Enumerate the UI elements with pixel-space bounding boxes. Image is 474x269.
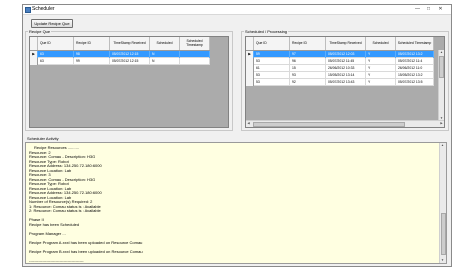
table-cell[interactable]: 15/05/2012 13:2 (396, 72, 434, 79)
update-recipe-que-button[interactable]: Update Recipe Que (31, 19, 73, 28)
table-cell[interactable]: 99 (74, 58, 110, 65)
log-line: 2: Resource: Comau status is : Available (29, 208, 101, 213)
recipe-que-grid[interactable]: Que ID Recipe ID TimeStamp Received Schedul… (29, 36, 229, 128)
close-icon[interactable]: ✕ (436, 6, 445, 12)
table-cell[interactable]: 05/07/2012 11:45 (326, 58, 366, 65)
table-cell[interactable] (180, 51, 210, 58)
table-cell[interactable]: 59 (254, 51, 290, 58)
app-icon (25, 7, 31, 13)
table-row[interactable]: ▶ 59 97 05/07/2012 12:03 Y 05/07/2012 13:2 (246, 51, 434, 58)
table-cell[interactable]: 63 (38, 51, 74, 58)
log-line: Recipe Program A.xxxl has been uploaded … (29, 239, 143, 245)
table-cell[interactable]: 98 (74, 51, 110, 58)
window-title: Scheduler (32, 6, 55, 12)
column-header[interactable]: Scheduled (366, 37, 396, 50)
column-header[interactable]: Scheduled (150, 37, 180, 50)
column-header[interactable]: Scheduled Timestamp (396, 37, 434, 50)
scheduled-grid[interactable]: Que ID Recipe ID TimeStamp Received Schedul… (245, 36, 445, 128)
column-header[interactable]: Scheduled Timestamp (180, 37, 210, 50)
table-row[interactable]: 63 99 05/07/2012 12:15 N (30, 58, 210, 65)
table-cell[interactable]: 61 (254, 65, 290, 72)
vertical-scrollbar[interactable]: ▲ ▼ (438, 50, 444, 121)
table-cell[interactable]: 53 (254, 72, 290, 79)
table-cell[interactable]: 96 (290, 58, 326, 65)
scroll-left-arrow-icon[interactable]: ◀ (246, 121, 251, 126)
table-cell[interactable]: 05/07/2012 13:43 (326, 79, 366, 86)
table-cell[interactable]: Y (366, 58, 396, 65)
grid-header: Que ID Recipe ID TimeStamp Received Schedul… (246, 37, 434, 51)
activity-scrollbar[interactable]: ▲ ▼ (439, 143, 446, 263)
row-selector[interactable]: ▶ (246, 51, 254, 58)
table-row[interactable]: ▶ 63 98 05/07/2012 12:15 N (30, 51, 210, 58)
row-selector[interactable] (246, 65, 254, 72)
column-header[interactable]: Que ID (38, 37, 74, 50)
table-cell[interactable]: 26/06/2012 11:0 (396, 65, 434, 72)
table-cell[interactable]: 26/06/2012 10:33 (326, 65, 366, 72)
table-cell[interactable]: 53 (254, 58, 290, 65)
table-row[interactable]: 53 96 05/07/2012 11:45 Y 05/07/2012 11:4 (246, 58, 434, 65)
scroll-down-arrow-icon[interactable]: ▼ (440, 258, 445, 263)
scroll-thumb[interactable] (253, 122, 405, 127)
table-cell[interactable]: 05/07/2012 13:5 (396, 79, 434, 86)
column-header[interactable]: Recipe ID (290, 37, 326, 50)
row-header-corner (30, 37, 38, 50)
table-cell[interactable]: 05/07/2012 12:15 (110, 51, 150, 58)
scheduled-label: Scheduled / Processing (244, 29, 289, 34)
row-selector[interactable] (246, 79, 254, 86)
table-cell[interactable]: Y (366, 51, 396, 58)
table-cell[interactable]: N (150, 58, 180, 65)
table-cell[interactable]: 63 (38, 58, 74, 65)
log-line: Recipe Program B.xxxl has been uploaded … (29, 248, 143, 254)
table-cell[interactable]: 05/07/2012 12:15 (110, 58, 150, 65)
table-cell[interactable]: 93 (290, 72, 326, 79)
table-cell[interactable]: Y (366, 72, 396, 79)
row-selector[interactable] (246, 58, 254, 65)
scroll-thumb[interactable] (441, 213, 446, 255)
scroll-thumb[interactable] (439, 56, 444, 78)
table-cell[interactable]: 05/07/2012 13:2 (396, 51, 434, 58)
scheduler-activity-label: Scheduler Activity (27, 136, 59, 141)
row-selector[interactable] (246, 72, 254, 79)
table-cell[interactable]: 05/07/2012 12:03 (326, 51, 366, 58)
maximize-icon[interactable]: □ (424, 6, 433, 12)
table-cell[interactable]: 15/05/2012 13:14 (326, 72, 366, 79)
table-cell[interactable]: Y (366, 79, 396, 86)
scroll-up-arrow-icon[interactable]: ▲ (440, 143, 445, 148)
recipe-que-group: Recipe Que Que ID Recipe ID TimeStamp Rece… (25, 29, 233, 131)
table-cell[interactable]: 15 (290, 65, 326, 72)
minimize-icon[interactable]: — (413, 6, 422, 12)
table-cell[interactable]: 05/07/2012 11:4 (396, 58, 434, 65)
row-header-corner (246, 37, 254, 50)
table-cell[interactable]: Y (366, 65, 396, 72)
row-selector[interactable] (30, 58, 38, 65)
column-header[interactable]: Que ID (254, 37, 290, 50)
title-bar[interactable]: Scheduler — □ ✕ (23, 5, 451, 15)
table-cell[interactable] (180, 58, 210, 65)
table-row[interactable]: 53 93 15/05/2012 13:14 Y 15/05/2012 13:2 (246, 72, 434, 79)
column-header[interactable]: TimeStamp Received (110, 37, 150, 50)
recipe-que-label: Recipe Que (28, 29, 52, 34)
log-line: ----------------------------------------… (29, 257, 84, 263)
table-cell[interactable]: 97 (290, 51, 326, 58)
scroll-up-arrow-icon[interactable]: ▲ (439, 50, 444, 55)
table-row[interactable]: 53 92 05/07/2012 13:43 Y 05/07/2012 13:5 (246, 79, 434, 86)
table-row[interactable]: 61 15 26/06/2012 10:33 Y 26/06/2012 11:0 (246, 65, 434, 72)
grid-header: Que ID Recipe ID TimeStamp Received Schedul… (30, 37, 210, 51)
scheduler-window: Scheduler — □ ✕ Update Recipe Que Recipe… (22, 4, 452, 267)
scheduler-activity-log[interactable]: ▲ ▼ Recipe Resources .......... Resource:… (25, 142, 447, 264)
row-selector[interactable]: ▶ (30, 51, 38, 58)
column-header[interactable]: TimeStamp Received (326, 37, 366, 50)
column-header[interactable]: Recipe ID (74, 37, 110, 50)
table-cell[interactable]: 53 (254, 79, 290, 86)
scroll-right-arrow-icon[interactable]: ▶ (439, 121, 444, 126)
table-cell[interactable]: N (150, 51, 180, 58)
scheduled-group: Scheduled / Processing Que ID Recipe ID Ti… (241, 29, 449, 131)
horizontal-scrollbar[interactable]: ◀ ▶ (246, 120, 444, 127)
table-cell[interactable]: 92 (290, 79, 326, 86)
log-line: Recipe has been Scheduled (29, 221, 80, 227)
log-line: Program Manager ... (29, 230, 66, 236)
